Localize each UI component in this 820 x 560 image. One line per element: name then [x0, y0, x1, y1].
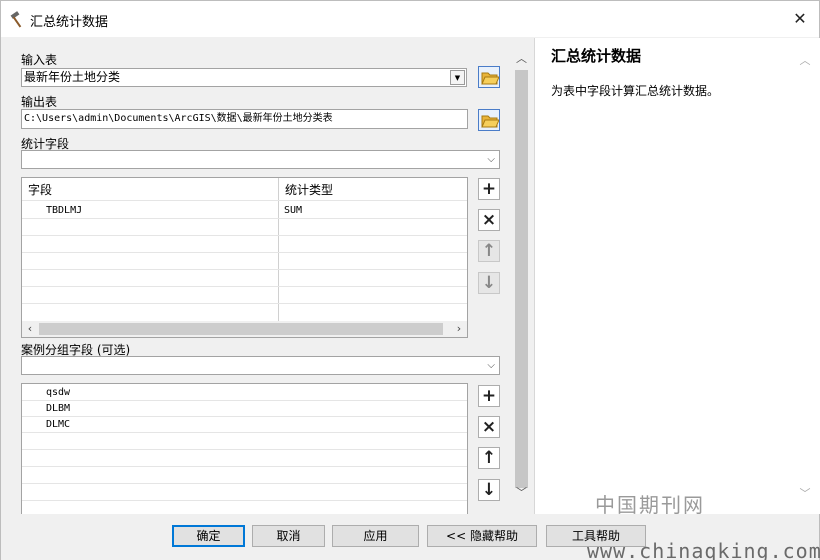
move-down-button[interactable]: ↓ — [478, 272, 500, 294]
ok-button[interactable]: 确定 — [172, 525, 245, 547]
add-case-field-button[interactable]: + — [478, 385, 500, 407]
output-table-field[interactable]: C:\Users\admin\Documents\ArcGIS\数据\最新年份土… — [21, 109, 468, 129]
title-bar: 汇总统计数据 ✕ — [1, 1, 819, 37]
remove-statistic-button[interactable]: × — [478, 209, 500, 231]
browse-input-button[interactable] — [478, 66, 500, 88]
grid-row-line — [22, 303, 467, 304]
remove-case-field-button[interactable]: × — [478, 416, 500, 438]
list-row-line — [22, 449, 467, 450]
list-item[interactable]: DLBM — [46, 403, 70, 414]
case-field-select[interactable]: ⌵ — [21, 356, 500, 375]
list-row-line — [22, 416, 467, 417]
output-table-label: 输出表 — [21, 95, 58, 109]
summary-statistics-dialog: 汇总统计数据 ✕ 输入表 最新年份土地分类 ▼ 输出表 C:\Users\adm… — [0, 0, 820, 560]
browse-output-button[interactable] — [478, 109, 500, 131]
list-row-line — [22, 483, 467, 484]
footer-watermark: www.chinaqking.com — [587, 539, 820, 560]
table-cell-stat-type[interactable]: SUM — [284, 205, 302, 216]
chevron-down-icon[interactable]: ⌵ — [487, 151, 495, 168]
cancel-button[interactable]: 取消 — [252, 525, 325, 547]
list-row-line — [22, 466, 467, 467]
case-field-list: qsdw DLBM DLMC — [21, 383, 468, 514]
scroll-down-icon[interactable]: ﹀ — [798, 485, 812, 501]
scroll-thumb[interactable] — [515, 70, 528, 488]
input-table-select[interactable]: 最新年份土地分类 ▼ — [21, 68, 467, 87]
move-up-case-button[interactable]: ↑ — [478, 447, 500, 469]
help-pane: 汇总统计数据 为表中字段计算汇总统计数据。 ︿ ﹀ 中国期刊网 — [534, 38, 820, 517]
close-button[interactable]: ✕ — [789, 8, 811, 30]
folder-open-icon — [481, 115, 499, 128]
window-title: 汇总统计数据 — [30, 15, 109, 30]
parameters-pane: 输入表 最新年份土地分类 ▼ 输出表 C:\Users\admin\Docume… — [1, 38, 513, 514]
list-item[interactable]: DLMC — [46, 419, 70, 430]
grid-row-line — [22, 235, 467, 236]
move-down-case-button[interactable]: ↓ — [478, 479, 500, 501]
help-text: 为表中字段计算汇总统计数据。 — [551, 84, 720, 98]
hide-help-button[interactable]: << 隐藏帮助 — [427, 525, 537, 547]
move-up-button[interactable]: ↑ — [478, 240, 500, 262]
grid-row-line — [22, 252, 467, 253]
scroll-left-icon[interactable]: ‹ — [22, 321, 38, 337]
grid-row-line — [22, 200, 467, 201]
add-statistic-button[interactable]: + — [478, 178, 500, 200]
grid-header-field: 字段 — [28, 183, 53, 197]
grid-header-stat-type: 统计类型 — [285, 183, 334, 197]
scroll-right-icon[interactable]: › — [451, 321, 467, 337]
folder-open-icon — [481, 72, 499, 85]
grid-row-line — [22, 286, 467, 287]
grid-row-line — [22, 269, 467, 270]
scroll-thumb[interactable] — [39, 323, 443, 335]
table-cell-field[interactable]: TBDLMJ — [46, 205, 82, 216]
chevron-down-icon[interactable]: ⌵ — [487, 357, 495, 374]
statistics-field-select[interactable]: ⌵ — [21, 150, 500, 169]
scroll-up-icon[interactable]: ︿ — [513, 50, 530, 67]
list-row-line — [22, 400, 467, 401]
hammer-icon — [9, 11, 27, 29]
list-item[interactable]: qsdw — [46, 387, 70, 398]
vertical-scrollbar[interactable]: ︿ ﹀ — [513, 38, 530, 514]
list-row-line — [22, 432, 467, 433]
dropdown-arrow-icon[interactable]: ▼ — [450, 70, 465, 85]
apply-button[interactable]: 应用 — [332, 525, 419, 547]
input-table-value: 最新年份土地分类 — [24, 70, 121, 84]
list-row-line — [22, 500, 467, 501]
scroll-down-icon[interactable]: ﹀ — [513, 484, 530, 501]
statistics-grid: 字段 统计类型 TBDLMJ SUM ‹ › — [21, 177, 468, 338]
scroll-up-icon[interactable]: ︿ — [798, 52, 812, 68]
horizontal-scrollbar[interactable]: ‹ › — [22, 321, 467, 337]
grid-row-line — [22, 218, 467, 219]
help-title: 汇总统计数据 — [551, 47, 642, 65]
input-table-label: 输入表 — [21, 53, 58, 67]
